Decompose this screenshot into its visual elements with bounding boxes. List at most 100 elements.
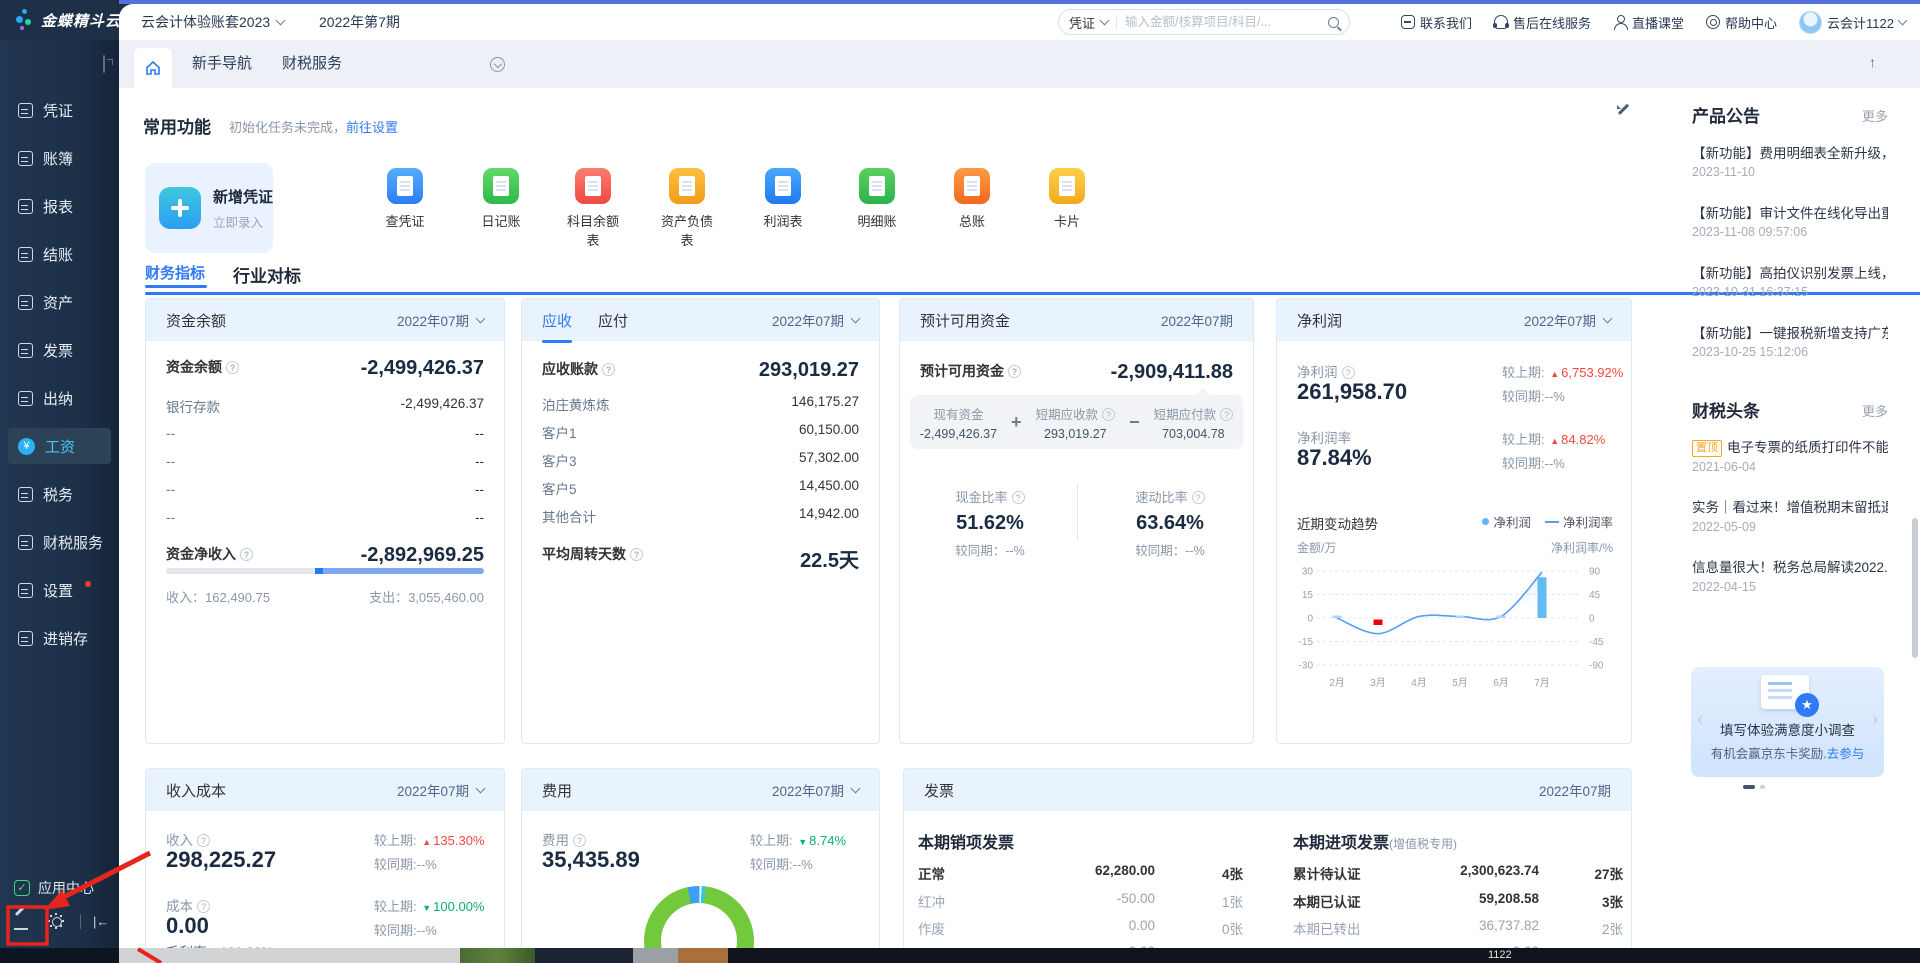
survey-banner[interactable]: 填写体验满意度小调查 有机会赢京东卡奖励.去参与 ‹ ›	[1691, 667, 1884, 777]
period-selector[interactable]: 2022年07期	[397, 780, 486, 800]
news-item[interactable]: 信息量很大！税务总局解读2022...	[1692, 556, 1888, 576]
sidebar-item-report[interactable]: 报表	[8, 188, 111, 224]
sidebar-item-invoice[interactable]: 发票	[8, 332, 111, 368]
tab-payable[interactable]: 应付	[598, 310, 628, 331]
app-balance-sheet[interactable]: 资产负债表	[655, 168, 719, 249]
app-center-button[interactable]: 应用中心	[14, 878, 94, 898]
detail-ledger-icon	[859, 168, 895, 204]
card-icon	[1049, 168, 1085, 204]
search-icon[interactable]	[1328, 16, 1339, 28]
help-icon[interactable]	[630, 548, 643, 561]
news-item[interactable]: 实务｜看过来！增值税期末留抵退...	[1692, 496, 1888, 516]
banner-pagination[interactable]	[119, 785, 1765, 789]
announcement-item[interactable]: 【新功能】一键报税新增支持广东...	[1692, 322, 1888, 342]
help-icon[interactable]	[1102, 407, 1116, 421]
help-icon[interactable]	[573, 834, 586, 847]
app-account-balance[interactable]: 科目余额表	[561, 168, 625, 249]
scrollbar-thumb[interactable]	[1912, 518, 1918, 658]
join-survey-link[interactable]: 去参与	[1827, 747, 1865, 761]
chevron-down-icon[interactable]	[1099, 15, 1110, 26]
scroll-top-icon[interactable]: ↑	[1869, 54, 1876, 70]
card-title: 预计可用资金	[920, 312, 1011, 330]
news-item[interactable]: 置顶 电子专票的纸质打印件不能...	[1692, 436, 1888, 457]
gross-margin: 毛利率：100.00%	[166, 941, 273, 948]
help-icon[interactable]	[1011, 491, 1025, 504]
global-search[interactable]: 凭证	[1058, 9, 1350, 35]
banner-prev-icon[interactable]: ‹	[1697, 711, 1702, 729]
search-input[interactable]	[1125, 15, 1328, 29]
help-icon[interactable]	[240, 548, 253, 561]
tab-more-icon[interactable]	[490, 57, 505, 72]
app-journal[interactable]: 日记账	[469, 168, 533, 230]
help-icon[interactable]	[1191, 491, 1205, 504]
tab-receivable[interactable]: 应收	[542, 310, 573, 343]
new-voucher-button[interactable]: 新增凭证 立即录入	[145, 163, 273, 253]
sidebar-item-cashier[interactable]: 出纳	[8, 380, 111, 416]
sidebar-item-label: 结账	[43, 246, 74, 264]
app-detail-ledger[interactable]: 明细账	[845, 168, 909, 230]
period-selector[interactable]: 2022年07期	[1524, 310, 1613, 330]
help-icon[interactable]	[1008, 365, 1021, 378]
help-icon[interactable]	[197, 834, 210, 847]
sidebar-item-ledger[interactable]: 账簿	[8, 140, 111, 176]
sidebar-item-asset[interactable]: 资产	[8, 284, 111, 320]
expense-yoy: 较同期:--%	[750, 857, 813, 872]
svg-text:-45: -45	[1589, 637, 1604, 648]
theme-sun-icon[interactable]	[48, 913, 64, 929]
search-category[interactable]: 凭证	[1069, 13, 1095, 32]
goto-settings-link[interactable]: 前往设置	[346, 120, 398, 135]
announcement-item[interactable]: 【新功能】高拍仪识别发票上线，...	[1692, 262, 1888, 282]
news-more-link[interactable]: 更多	[1862, 401, 1888, 420]
app-general-ledger[interactable]: 总账	[940, 168, 1004, 230]
net-income-label: 资金净收入	[166, 544, 253, 567]
dot-active[interactable]	[1743, 785, 1755, 789]
help-center-link[interactable]: 帮助中心	[1706, 13, 1777, 32]
period-selector[interactable]: 2022年07期	[397, 310, 486, 330]
row-value: 14,942.00	[798, 506, 859, 521]
contact-us-link[interactable]: 联系我们	[1400, 13, 1472, 32]
sidebar-item-settings[interactable]: 设置	[8, 572, 111, 608]
sidebar-item-tax-service[interactable]: 财税服务	[8, 524, 111, 560]
up-triangle-icon	[1550, 369, 1559, 379]
help-icon[interactable]	[1341, 366, 1355, 379]
sidebar-item-tax[interactable]: 税务	[8, 476, 111, 512]
fullscreen-icon[interactable]	[103, 55, 105, 73]
account-selector[interactable]: 云会计体验账套2023	[141, 12, 286, 32]
live-class-link[interactable]: 直播课堂	[1613, 13, 1684, 32]
help-icon[interactable]	[602, 363, 615, 376]
period-selector[interactable]: 2022年07期	[772, 780, 861, 800]
dot[interactable]	[1760, 785, 1765, 789]
period-selector[interactable]: 2022年07期	[772, 310, 861, 330]
banner-next-icon[interactable]: ›	[1873, 711, 1878, 729]
tab-financial-indicators[interactable]: 财务指标	[145, 262, 1920, 295]
user-menu[interactable]: 云会计1122	[1799, 10, 1908, 34]
username: 云会计1122	[1827, 15, 1894, 31]
svg-text:4月: 4月	[1411, 677, 1427, 689]
help-icon[interactable]	[1220, 407, 1234, 421]
sidebar-item-voucher[interactable]: 凭证	[8, 92, 111, 128]
app-income-statement[interactable]: 利润表	[751, 168, 815, 230]
funds-main-label: 资金余额	[166, 357, 239, 380]
announcements-more-link[interactable]: 更多	[1862, 106, 1888, 125]
tab-newbie-nav[interactable]: 新手导航	[192, 40, 252, 88]
sidebar-item-inventory[interactable]: 进销存	[8, 620, 111, 656]
tab-industry-benchmark[interactable]: 行业对标	[233, 262, 301, 287]
sidebar-item-label: 财税服务	[43, 534, 104, 552]
sidebar-item-closing[interactable]: 结账	[8, 236, 111, 272]
row-value: 60,150.00	[798, 422, 859, 437]
row-label: 银行存款	[166, 400, 220, 415]
help-icon[interactable]	[197, 900, 210, 913]
app-check-voucher[interactable]: 查凭证	[373, 168, 437, 230]
tab-tax-service[interactable]: 财税服务	[282, 40, 342, 88]
app-card[interactable]: 卡片	[1035, 168, 1099, 230]
income-expense-bar	[166, 568, 484, 574]
edit-pencil-icon[interactable]	[14, 912, 32, 930]
sidebar-item-salary[interactable]: 工资	[8, 428, 111, 464]
announcement-item[interactable]: 【新功能】审计文件在线化导出重...	[1692, 202, 1888, 222]
announcement-item[interactable]: 【新功能】费用明细表全新升级，...	[1692, 142, 1888, 162]
collapse-sidebar-icon[interactable]: |←	[80, 913, 109, 929]
announcement-date: 2023-11-08 09:57:06	[1692, 225, 1808, 239]
after-sales-link[interactable]: 售后在线服务	[1492, 13, 1591, 32]
help-icon[interactable]	[226, 361, 239, 374]
tab-home[interactable]	[134, 48, 172, 88]
